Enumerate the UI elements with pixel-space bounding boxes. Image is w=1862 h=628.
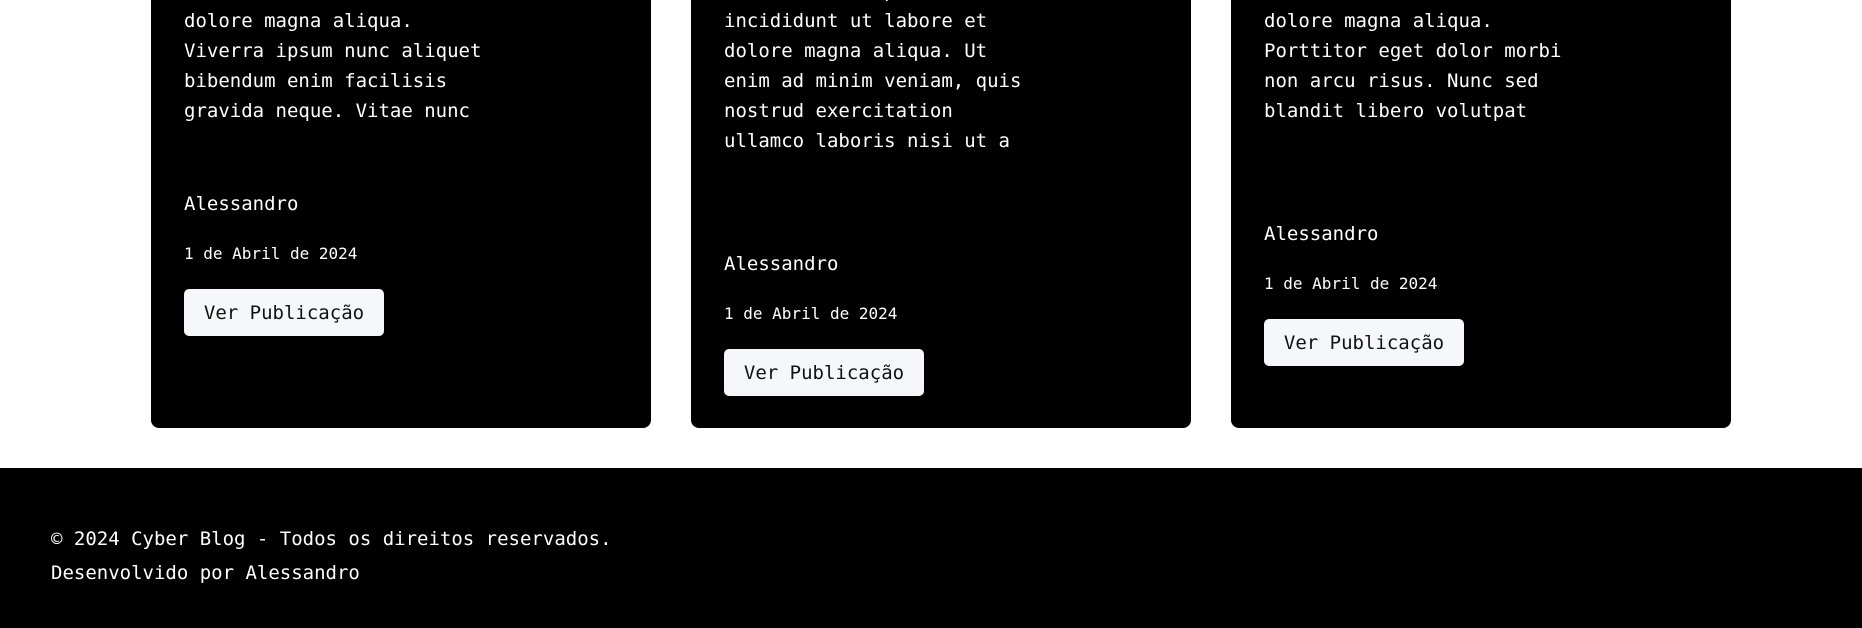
- card-excerpt: do eiusmod tempor incididunt ut labore e…: [724, 0, 1022, 152]
- card-date: 1 de Abril de 2024: [724, 304, 898, 323]
- card-date: 1 de Abril de 2024: [184, 244, 358, 263]
- card-excerpt: incididunt ut labore et dolore magna ali…: [1264, 0, 1562, 122]
- card-excerpt: incididunt ut labore et dolore magna ali…: [184, 0, 482, 122]
- card-date: 1 de Abril de 2024: [1264, 274, 1438, 293]
- site-footer: © 2024 Cyber Blog - Todos os direitos re…: [0, 468, 1862, 628]
- view-post-button[interactable]: Ver Publicação: [724, 349, 924, 396]
- footer-copyright: © 2024 Cyber Blog - Todos os direitos re…: [51, 528, 612, 550]
- post-card: do eiusmod tempor incididunt ut labore e…: [691, 0, 1191, 428]
- view-post-button[interactable]: Ver Publicação: [184, 289, 384, 336]
- card-author: Alessandro: [184, 193, 299, 215]
- post-card: incididunt ut labore et dolore magna ali…: [1231, 0, 1731, 428]
- post-card: incididunt ut labore et dolore magna ali…: [151, 0, 651, 428]
- card-author: Alessandro: [1264, 223, 1379, 245]
- page: incididunt ut labore et dolore magna ali…: [0, 0, 1862, 628]
- footer-developer-credit: Desenvolvido por Alessandro: [51, 562, 360, 584]
- card-author: Alessandro: [724, 253, 839, 275]
- view-post-button[interactable]: Ver Publicação: [1264, 319, 1464, 366]
